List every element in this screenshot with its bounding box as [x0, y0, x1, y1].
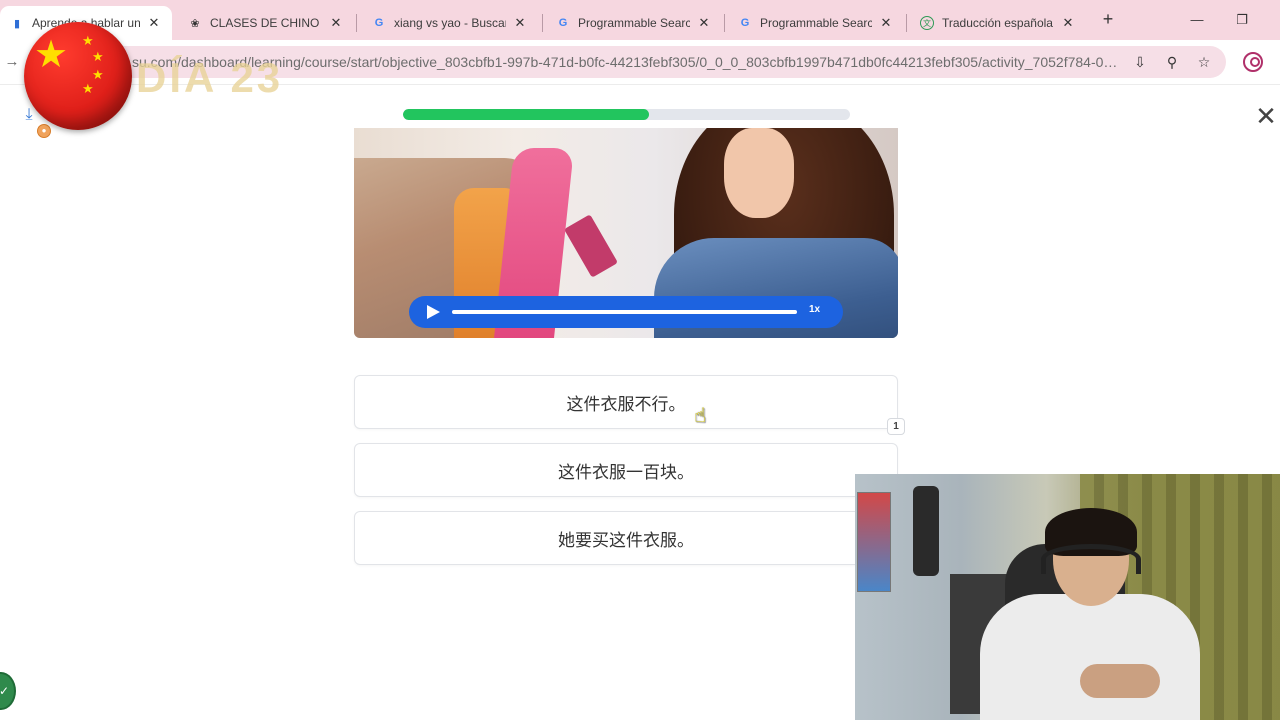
close-tab-icon[interactable]: ✕ — [696, 15, 712, 31]
close-tab-icon[interactable]: ✕ — [328, 15, 344, 31]
tab-clases-chino[interactable]: ❀ CLASES DE CHINO ✕ — [178, 6, 354, 40]
person-hands — [1080, 664, 1160, 698]
close-tab-icon[interactable]: ✕ — [1060, 15, 1076, 31]
google-icon: G — [740, 17, 750, 29]
flag-star-icon: ★ — [34, 34, 69, 76]
tab-xiang-vs-yao[interactable]: G xiang vs yao - Buscar ✕ — [362, 6, 538, 40]
flag-star-icon: ★ — [92, 67, 104, 82]
install-app-icon[interactable]: ⇩ — [1130, 52, 1150, 72]
close-lesson-icon[interactable]: ✕ — [1254, 103, 1278, 129]
lesson-progress-bar — [403, 109, 850, 120]
headset — [1041, 544, 1141, 574]
lesson-image: 1x — [354, 128, 898, 338]
audio-player: 1x — [409, 296, 843, 328]
google-icon: G — [374, 17, 384, 29]
new-tab-button[interactable]: + — [1098, 9, 1118, 29]
profile-avatar-icon[interactable] — [1243, 52, 1263, 72]
price-tag — [564, 214, 618, 278]
tab-divider — [542, 14, 543, 32]
play-icon[interactable] — [427, 305, 440, 319]
china-flag-logo: ★ ★ ★ ★ ★ — [24, 22, 132, 130]
tab-divider — [356, 14, 357, 32]
close-tab-icon[interactable]: ✕ — [878, 15, 894, 31]
tab-title: xiang vs yao - Buscar — [394, 16, 506, 30]
answer-option-3[interactable]: 她要买这件衣服。 — [354, 511, 898, 565]
restore-window-icon[interactable]: ❐ — [1230, 8, 1254, 32]
woman-face — [724, 128, 794, 218]
tab-title: Programmable Search — [760, 16, 872, 30]
person-shirt — [980, 594, 1200, 720]
tab-title: Traducción española — [942, 16, 1053, 30]
wall-poster — [857, 492, 891, 592]
flag-star-icon: ★ — [82, 33, 94, 48]
translate-icon: 文 — [920, 16, 934, 30]
answer-option-2[interactable]: 这件衣服一百块。 — [354, 443, 898, 497]
webcam-overlay — [855, 474, 1280, 720]
tab-divider — [724, 14, 725, 32]
minimize-icon[interactable]: — — [1185, 8, 1209, 32]
close-tab-icon[interactable]: ✕ — [146, 15, 162, 31]
playback-speed[interactable]: 1x — [809, 304, 820, 315]
openai-icon: ❀ — [190, 17, 200, 30]
tab-title: CLASES DE CHINO — [210, 16, 320, 30]
answer-option-1[interactable]: 这件衣服不行。 — [354, 375, 898, 429]
tab-traduccion[interactable]: 文 Traducción española ✕ — [910, 6, 1086, 40]
bookmark-star-icon[interactable]: ☆ — [1194, 52, 1214, 72]
day-counter-label: DÍA 23 — [136, 54, 284, 101]
tab-programmable-search-1[interactable]: G Programmable Search ✕ — [546, 6, 722, 40]
google-icon: G — [558, 17, 568, 29]
wall-jersey — [913, 486, 939, 576]
hand-cursor-icon: ☝ — [694, 405, 707, 427]
tab-strip: ▮ Aprende a hablar un ✕ ❀ CLASES DE CHIN… — [0, 0, 1280, 40]
tab-title: Programmable Search — [578, 16, 690, 30]
audio-seek-bar[interactable] — [452, 310, 797, 314]
forward-icon[interactable]: → — [2, 52, 22, 72]
lock-icon: ● — [37, 124, 51, 138]
flag-star-icon: ★ — [92, 49, 104, 64]
lesson-progress-fill — [403, 109, 649, 120]
keyboard-shortcut-badge: 1 — [887, 418, 905, 435]
flag-star-icon: ★ — [82, 81, 94, 96]
tab-programmable-search-2[interactable]: G Programmable Search ✕ — [728, 6, 904, 40]
close-tab-icon[interactable]: ✕ — [512, 15, 528, 31]
doc-icon: ▮ — [13, 17, 21, 30]
help-chat-icon[interactable]: ✓ — [0, 672, 16, 710]
tab-divider — [906, 14, 907, 32]
zoom-icon[interactable]: ⚲ — [1162, 52, 1182, 72]
